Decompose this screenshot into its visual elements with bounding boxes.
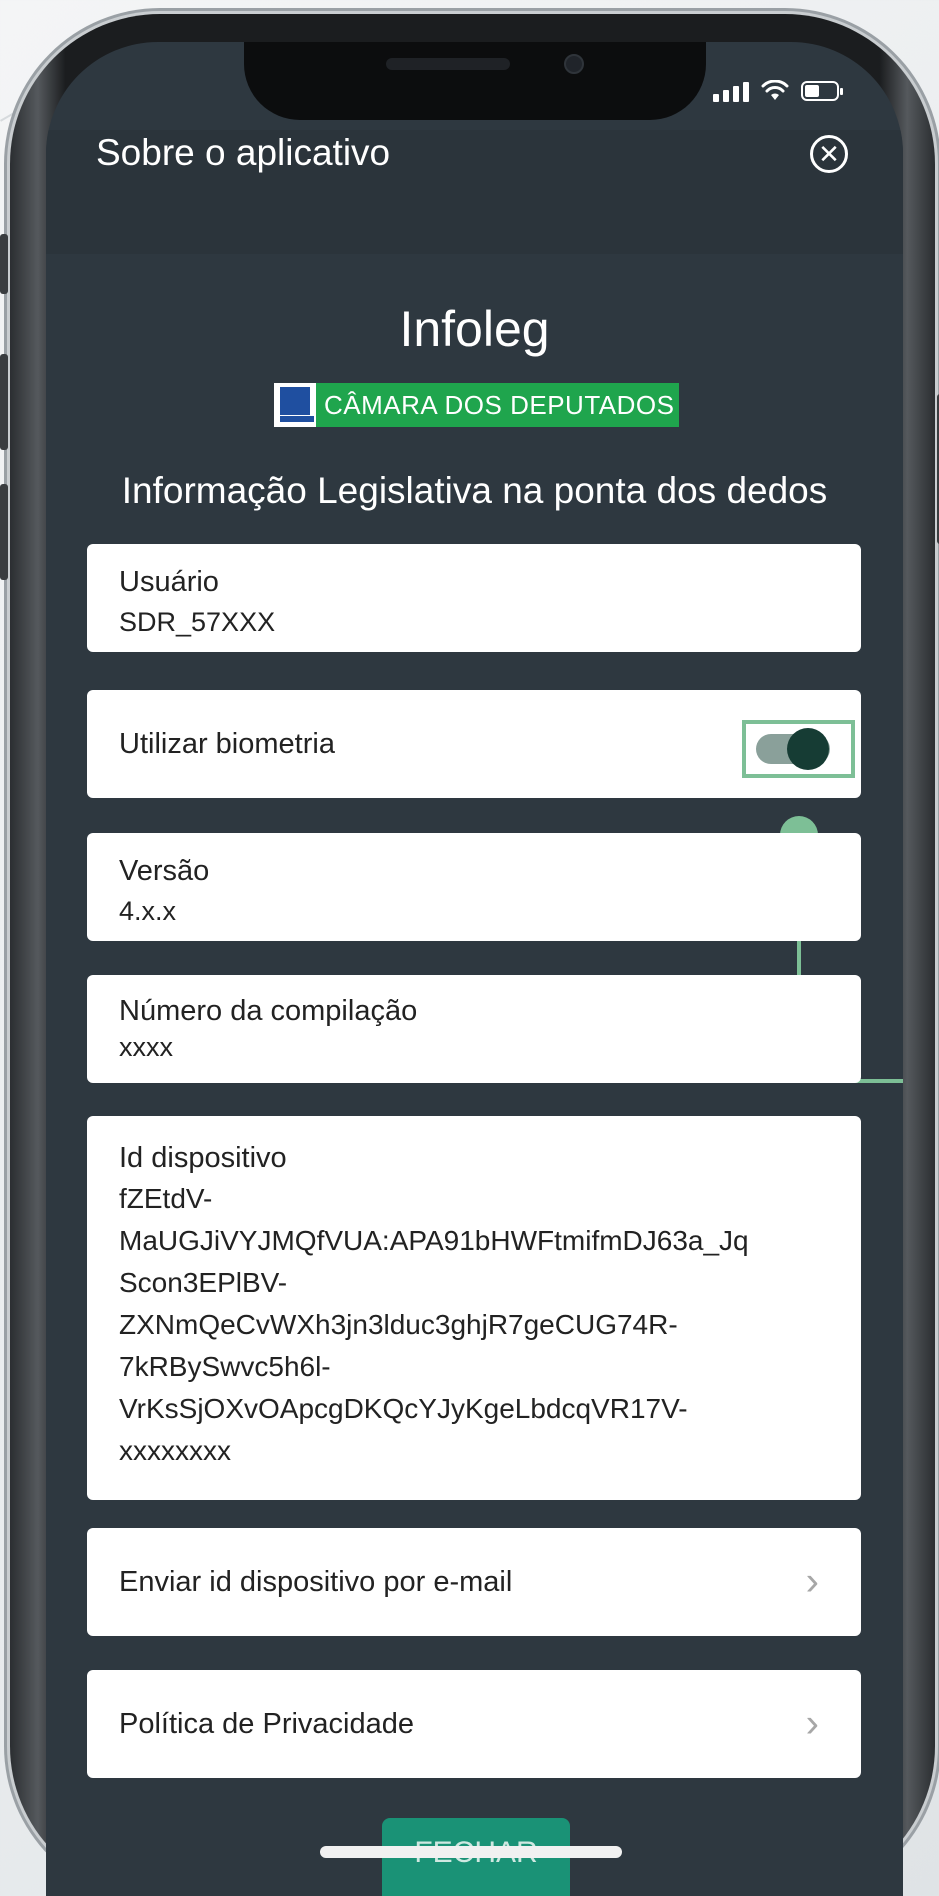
volume-up-button	[0, 354, 8, 450]
header-title: Sobre o aplicativo	[96, 132, 391, 173]
device-id-value: fZEtdV- MaUGJiVYJMQfVUA:APA91bHWFtmifmDJ…	[119, 1178, 861, 1472]
volume-down-button	[0, 484, 8, 580]
device-id-card: Id dispositivo fZEtdV- MaUGJiVYJMQfVUA:A…	[87, 1116, 861, 1500]
battery-icon	[801, 81, 843, 101]
chevron-right-icon: ›	[805, 1559, 819, 1604]
device-id-line: xxxxxxxx	[119, 1435, 231, 1466]
home-indicator[interactable]	[320, 1846, 622, 1858]
version-value: 4.x.x	[119, 896, 177, 926]
status-bar	[713, 80, 843, 102]
build-value: xxxx	[119, 1032, 173, 1062]
screen: Sobre o aplicativo ✕ Infoleg CÂMARA DOS …	[46, 42, 903, 1896]
close-icon[interactable]: ✕	[810, 135, 848, 173]
chevron-right-icon: ›	[805, 1701, 819, 1746]
version-label: Versão	[119, 855, 210, 887]
build-card: Número da compilação xxxx	[87, 975, 861, 1083]
privacy-policy-label: Política de Privacidade	[119, 1707, 414, 1740]
user-value: SDR_57XXX	[119, 607, 276, 637]
device-id-line: Scon3EPlBV-	[119, 1267, 288, 1298]
device-id-line: ZXNmQeCvWXh3jn3lduc3ghjR7geCUG74R-	[119, 1309, 678, 1340]
device-id-line: fZEtdV-	[119, 1183, 213, 1214]
privacy-policy-button[interactable]: Política de Privacidade ›	[87, 1670, 861, 1778]
biometrics-label: Utilizar biometria	[119, 727, 335, 760]
cellular-signal-icon	[713, 80, 749, 102]
device-id-line: 7kRBySwvc5h6l-	[119, 1351, 331, 1382]
email-device-id-button[interactable]: Enviar id dispositivo por e-mail ›	[87, 1528, 861, 1636]
version-card: Versão 4.x.x	[87, 833, 861, 941]
mute-switch	[0, 234, 8, 294]
front-camera	[564, 54, 584, 74]
user-card: Usuário SDR_57XXX	[87, 544, 861, 652]
app-name: Infoleg	[399, 301, 550, 357]
user-label: Usuário	[119, 566, 219, 598]
device-id-label: Id dispositivo	[119, 1142, 287, 1174]
build-label: Número da compilação	[119, 995, 418, 1027]
speaker	[386, 58, 510, 70]
device-id-line: MaUGJiVYJMQfVUA:APA91bHWFtmifmDJ63a_Jq	[119, 1225, 749, 1256]
logo-text: CÂMARA DOS DEPUTADOS	[324, 389, 675, 420]
wifi-icon	[761, 80, 789, 100]
notch	[244, 42, 706, 120]
biometrics-toggle-knob[interactable]	[787, 728, 829, 770]
tagline: Informação Legislativa na ponta dos dedo…	[121, 470, 828, 511]
camara-logo: CÂMARA DOS DEPUTADOS	[274, 383, 679, 427]
email-device-id-label: Enviar id dispositivo por e-mail	[119, 1565, 513, 1598]
camara-logo-mark	[274, 383, 316, 427]
device-id-line: VrKsSjOXvOApcgDKQcYJyKgeLbdcqVR17V-	[119, 1393, 688, 1424]
